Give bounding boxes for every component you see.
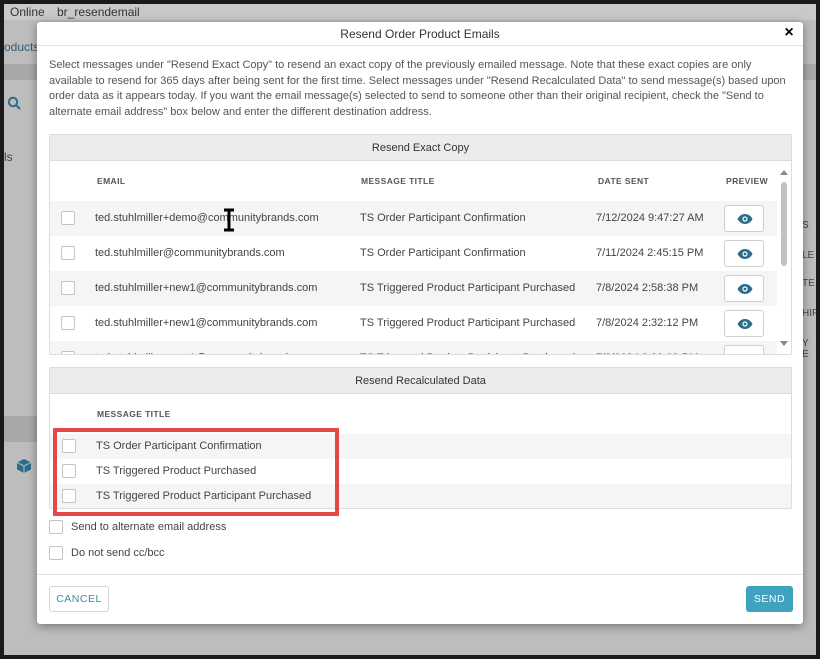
message-title-column-header: MESSAGE TITLE [361,176,435,186]
date-sent-cell: 7/11/2024 2:45:15 PM [596,247,704,259]
email-cell: ted.stuhlmiller+demo@communitybrands.com [95,212,319,224]
footer-divider [37,574,803,575]
scroll-thumb[interactable] [781,182,787,266]
date-sent-cell: 7/8/2024 2:20:08 PM [596,341,698,354]
email-cell: ted.stuhlmiller+new1@communitybrands.com [95,317,318,329]
list-item[interactable]: TS Order Participant Confirmation [50,434,791,459]
eye-icon [737,249,753,259]
text-cursor-icon [224,208,234,232]
message-title-cell: TS Order Participant Confirmation [360,212,526,224]
no-cc-bcc-checkbox[interactable] [49,546,63,560]
background-topbar: Online br_resendemail [4,4,816,20]
side-fragment: ls [4,150,13,164]
preview-column-header: PREVIEW [726,176,769,186]
recalculated-header: Resend Recalculated Data [50,368,791,394]
table-row[interactable]: ted.stuhlmiller@communitybrands.com TS O… [50,236,779,271]
close-icon[interactable]: × [781,25,797,41]
email-cell: ted.stuhlmiller+new1@communitybrands.com [95,282,318,294]
scroll-down-arrow-icon[interactable] [780,341,788,346]
eye-icon [737,214,753,224]
list-item[interactable]: TS Triggered Product Participant Purchas… [50,484,791,508]
table-row[interactable]: ted.stuhlmiller+demo@communitybrands.com… [50,201,779,236]
right-fragment-4: HIP [802,308,816,319]
date-sent-cell: 7/8/2024 2:58:38 PM [596,282,699,294]
recalc-message-title-column-header: MESSAGE TITLE [97,409,171,419]
date-sent-cell: 7/8/2024 2:32:12 PM [596,317,699,329]
right-fragment-1: S [802,220,809,231]
table-row[interactable]: ted.stuhlmiller+new1@communitybrands.com… [50,341,779,355]
message-title-cell: TS Order Participant Confirmation [360,247,526,259]
vertical-scrollbar[interactable] [777,162,791,354]
row-checkbox[interactable] [61,211,75,225]
exact-copy-section: Resend Exact Copy EMAIL MESSAGE TITLE DA… [49,134,792,355]
row-checkbox[interactable] [61,316,75,330]
status-text: Online [10,5,45,19]
modal-title: Resend Order Product Emails [37,22,803,46]
list-item[interactable]: TS Triggered Product Purchased [50,459,791,484]
message-title-cell: TS Triggered Product Participant Purchas… [360,282,576,294]
right-fragment-2: LE [802,250,815,261]
resend-emails-modal: Resend Order Product Emails × Select mes… [37,22,803,624]
date-sent-cell: 7/12/2024 9:47:27 AM [596,212,704,224]
preview-button[interactable] [724,345,764,355]
search-icon [7,96,21,113]
preview-button[interactable] [724,310,764,337]
recalc-checkbox[interactable] [62,489,76,503]
recalculated-section: Resend Recalculated Data MESSAGE TITLE T… [49,367,792,509]
recalc-message-title: TS Triggered Product Purchased [96,465,257,477]
recalc-checkbox[interactable] [62,464,76,478]
exact-copy-header: Resend Exact Copy [50,135,791,161]
nav-fragment: oducts [4,40,40,54]
right-fragment-3: TE [802,278,815,289]
row-checkbox[interactable] [61,281,75,295]
date-sent-column-header: DATE SENT [598,176,650,186]
no-cc-bcc-label: Do not send cc/bcc [71,547,165,559]
table-row[interactable]: ted.stuhlmiller+new1@communitybrands.com… [50,306,779,341]
preview-button[interactable] [724,275,764,302]
message-title-cell: TS Triggered Product Participant Purchas… [360,341,575,354]
box-icon [16,458,32,477]
eye-icon [737,319,753,329]
row-checkbox[interactable] [61,351,75,354]
eye-icon [737,353,753,355]
modal-description: Select messages under "Resend Exact Copy… [49,59,786,118]
email-cell: ted.stuhlmiller+new1@communitybrands.com [95,341,317,354]
message-title-cell: TS Triggered Product Participant Purchas… [360,317,576,329]
alternate-email-checkbox[interactable] [49,520,63,534]
right-fragment-5: Y E [802,338,809,360]
row-checkbox[interactable] [61,246,75,260]
email-column-header: EMAIL [97,176,126,186]
eye-icon [737,284,753,294]
recalc-message-title: TS Triggered Product Participant Purchas… [96,490,312,502]
scroll-up-arrow-icon[interactable] [780,170,788,175]
preview-button[interactable] [724,205,764,232]
preview-button[interactable] [724,240,764,267]
recalc-checkbox[interactable] [62,439,76,453]
recalc-message-title: TS Order Participant Confirmation [96,440,262,452]
cancel-button[interactable]: CANCEL [49,586,109,612]
table-row[interactable]: ted.stuhlmiller+new1@communitybrands.com… [50,271,779,306]
user-text: br_resendemail [57,5,140,19]
email-cell: ted.stuhlmiller@communitybrands.com [95,247,285,259]
alternate-email-label: Send to alternate email address [71,521,227,533]
send-button[interactable]: SEND [746,586,793,612]
